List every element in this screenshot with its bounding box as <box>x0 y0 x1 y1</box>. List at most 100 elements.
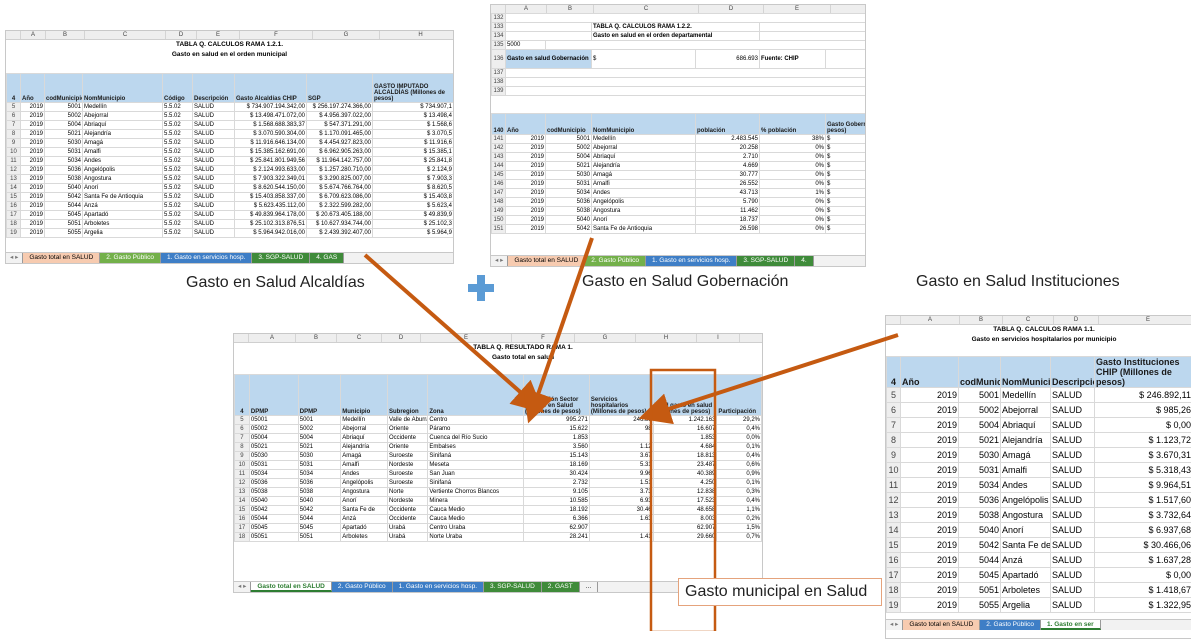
cell[interactable]: 5001 <box>546 135 592 144</box>
cell[interactable]: 0,9% <box>717 470 762 479</box>
cell[interactable]: Anorí <box>592 216 696 225</box>
cell[interactable]: 10.585 <box>524 497 590 506</box>
cell[interactable]: 2019 <box>21 193 45 202</box>
row-number[interactable]: 8 <box>7 130 21 139</box>
cell[interactable]: Andes <box>83 157 163 166</box>
cell[interactable]: $ 1.123,72 <box>1095 433 1191 448</box>
cell[interactable]: $ 7.903.322.349,01 <box>235 175 307 184</box>
cell[interactable]: 9.96 <box>589 470 653 479</box>
cell[interactable]: 3.227 <box>866 171 867 180</box>
cell[interactable]: 5055 <box>959 598 1001 613</box>
cell[interactable]: 5001 <box>45 103 83 112</box>
column-header[interactable]: F <box>240 31 313 39</box>
cell[interactable]: 2019 <box>21 121 45 130</box>
cell[interactable]: 5004 <box>546 153 592 162</box>
cell[interactable]: 2019 <box>506 216 546 225</box>
cell[interactable]: Páramo <box>428 425 524 434</box>
cell[interactable]: 5004 <box>298 434 341 443</box>
cell[interactable]: 2019 <box>21 148 45 157</box>
cell[interactable]: 2019 <box>901 403 959 418</box>
header-cell[interactable]: Servicios hospitalarios (Millones de pes… <box>589 375 653 416</box>
cell[interactable]: SALUD <box>193 175 235 184</box>
cell[interactable]: 18.737 <box>696 216 760 225</box>
cell[interactable]: 0% <box>760 198 826 207</box>
cell[interactable]: 0% <box>760 180 826 189</box>
cell[interactable]: SALUD <box>193 157 235 166</box>
cell[interactable]: 5001 <box>959 388 1001 403</box>
cell[interactable]: $ 1.568.688.383,37 <box>235 121 307 130</box>
header-cell[interactable]: Gasto Alcaldías CHIP <box>235 74 307 103</box>
column-header[interactable]: I <box>697 334 740 342</box>
cell[interactable]: 4.583 <box>866 189 867 198</box>
cell[interactable]: Angostura <box>341 488 388 497</box>
sheet-tab[interactable]: Gasto total en SALUD <box>903 620 980 630</box>
row-number[interactable]: 13 <box>7 175 21 184</box>
column-header[interactable]: A <box>506 5 547 13</box>
cell[interactable]: 5.5.02 <box>163 166 193 175</box>
cell[interactable]: Apartadó <box>1001 568 1051 583</box>
cell[interactable]: 2019 <box>21 166 45 175</box>
row-number[interactable]: 148 <box>492 198 506 207</box>
cell[interactable]: $ 246.892,11 <box>1095 388 1191 403</box>
row-number[interactable]: 11 <box>235 470 250 479</box>
row-number[interactable]: 16 <box>7 202 21 211</box>
sheet-title[interactable]: TABLA Q. CALCULOS RAMA 1.2.2. <box>592 23 760 32</box>
cell[interactable]: $ <box>826 189 866 198</box>
cell[interactable]: 0% <box>760 162 826 171</box>
tab-nav-arrows[interactable]: ◂ ▸ <box>886 620 903 630</box>
cell[interactable]: $ 30.466,06 <box>1095 538 1191 553</box>
row-number[interactable]: 16 <box>235 515 250 524</box>
cell[interactable]: 2019 <box>901 583 959 598</box>
cell[interactable]: Abejorral <box>83 112 163 121</box>
cell[interactable]: Abejorral <box>592 144 696 153</box>
cell[interactable]: Oriente <box>388 443 428 452</box>
column-header[interactable]: D <box>382 334 421 342</box>
column-header[interactable]: C <box>1003 316 1054 324</box>
cell[interactable]: 2.710 <box>696 153 760 162</box>
header-cell[interactable]: Año <box>21 74 45 103</box>
cell[interactable]: $ 256.197.274.366,00 <box>307 103 373 112</box>
cell[interactable]: 1.964 <box>866 216 867 225</box>
cell[interactable]: 5.5.02 <box>163 229 193 238</box>
header-cell[interactable]: % población <box>760 114 826 135</box>
cell[interactable]: Amagá <box>1001 448 1051 463</box>
cell[interactable]: Centro <box>428 416 524 425</box>
sheet-tab[interactable]: Gasto total en SALUD <box>508 256 585 266</box>
row-number[interactable]: 139 <box>492 87 506 96</box>
row-number[interactable]: 12 <box>235 479 250 488</box>
row-number[interactable]: 141 <box>492 135 506 144</box>
cell[interactable]: $ 2.124,9 <box>373 166 454 175</box>
cell[interactable]: 5.5.02 <box>163 184 193 193</box>
cell[interactable]: 1.63 <box>589 515 653 524</box>
cell[interactable]: 0% <box>760 153 826 162</box>
cell[interactable]: 0,1% <box>717 479 762 488</box>
cell[interactable]: Santa Fe de Antioquia <box>592 225 696 234</box>
cell[interactable]: 5055 <box>45 229 83 238</box>
cell[interactable]: 2019 <box>21 211 45 220</box>
cell[interactable]: Andes <box>592 189 696 198</box>
cell[interactable]: 38% <box>760 135 826 144</box>
cell[interactable]: 2019 <box>901 508 959 523</box>
cell[interactable]: 2019 <box>506 189 546 198</box>
cell[interactable]: $ <box>826 225 866 234</box>
cell[interactable]: 2019 <box>901 448 959 463</box>
cell[interactable]: Oriente <box>388 425 428 434</box>
sheet-tab[interactable]: 2. Gasto Público <box>100 253 161 263</box>
cell[interactable]: 1% <box>760 189 826 198</box>
sheet-tab[interactable]: 1. Gasto en servicios hosp. <box>161 253 252 263</box>
cell[interactable]: Anorí <box>83 184 163 193</box>
cell[interactable]: Argelia <box>1001 598 1051 613</box>
cell[interactable]: 5042 <box>546 225 592 234</box>
cell[interactable]: $ 734.907,1 <box>373 103 454 112</box>
cell[interactable]: Urabá <box>388 533 428 542</box>
cell[interactable] <box>589 434 653 443</box>
cell[interactable]: $ 3.670,31 <box>1095 448 1191 463</box>
cell[interactable]: 2019 <box>21 112 45 121</box>
row-number[interactable]: 135 <box>492 41 506 50</box>
cell[interactable]: Amagá <box>83 139 163 148</box>
row-number[interactable]: 13 <box>887 508 901 523</box>
cell[interactable]: Amalfi <box>341 461 388 470</box>
cell[interactable]: Norte Uraba <box>428 533 524 542</box>
cell[interactable]: SALUD <box>1051 433 1095 448</box>
cell[interactable]: 246.89 <box>589 416 653 425</box>
